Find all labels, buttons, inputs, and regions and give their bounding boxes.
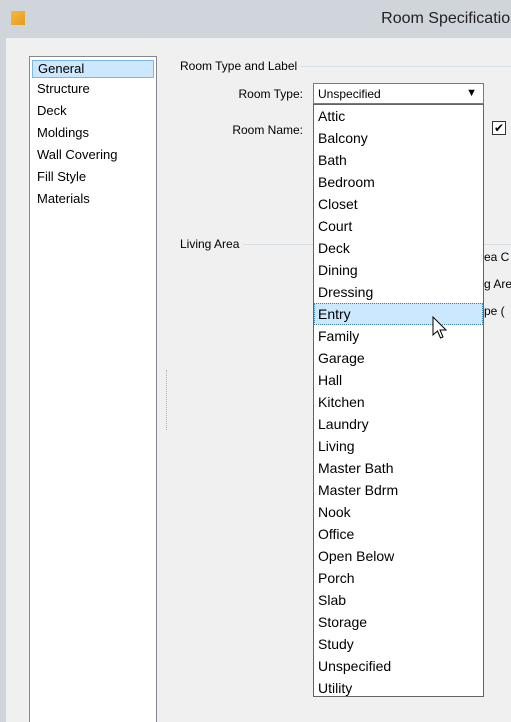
dropdown-option-unspecified[interactable]: Unspecified: [314, 655, 483, 677]
room-type-label: Room Type:: [238, 87, 303, 101]
dropdown-option-living[interactable]: Living: [314, 435, 483, 457]
dropdown-option-master-bdrm[interactable]: Master Bdrm: [314, 479, 483, 501]
window-title: Room Specification: [381, 10, 511, 27]
dropdown-option-garage[interactable]: Garage: [314, 347, 483, 369]
nav-item-deck[interactable]: Deck: [32, 100, 154, 122]
clipped-label-3: pe (: [484, 304, 505, 318]
dropdown-option-utility[interactable]: Utility: [314, 677, 483, 699]
title-bar[interactable]: Room Specification: [0, 0, 511, 38]
dropdown-option-laundry[interactable]: Laundry: [314, 413, 483, 435]
room-type-value: Unspecified: [318, 87, 381, 101]
clipped-label-2: g Are: [484, 277, 511, 291]
room-type-dropdown-list[interactable]: Attic Balcony Bath Bedroom Closet Court Deck Di…: [313, 104, 484, 697]
dropdown-option-deck[interactable]: Deck: [314, 237, 483, 259]
room-name-label: Room Name:: [232, 123, 303, 137]
dropdown-option-nook[interactable]: Nook: [314, 501, 483, 523]
dropdown-option-court[interactable]: Court: [314, 215, 483, 237]
nav-item-moldings[interactable]: Moldings: [32, 122, 154, 144]
nav-item-wall-covering[interactable]: Wall Covering: [32, 144, 154, 166]
dropdown-option-storage[interactable]: Storage: [314, 611, 483, 633]
dropdown-option-study[interactable]: Study: [314, 633, 483, 655]
dropdown-option-office[interactable]: Office: [314, 523, 483, 545]
dropdown-option-entry[interactable]: Entry: [314, 303, 483, 325]
nav-item-general[interactable]: General: [32, 60, 154, 78]
nav-item-materials[interactable]: Materials: [32, 188, 154, 210]
room-name-checkbox[interactable]: ✔: [492, 121, 506, 135]
clipped-label-1: ea C: [484, 250, 510, 264]
nav-item-fill-style[interactable]: Fill Style: [32, 166, 154, 188]
nav-item-structure[interactable]: Structure: [32, 78, 154, 100]
dropdown-option-bedroom[interactable]: Bedroom: [314, 171, 483, 193]
dropdown-option-balcony[interactable]: Balcony: [314, 127, 483, 149]
dropdown-option-porch[interactable]: Porch: [314, 567, 483, 589]
category-list[interactable]: General Structure Deck Moldings Wall Cov…: [29, 56, 157, 722]
dropdown-option-hall[interactable]: Hall: [314, 369, 483, 391]
group-label-room-type: Room Type and Label: [180, 59, 302, 73]
dropdown-option-master-bath[interactable]: Master Bath: [314, 457, 483, 479]
dropdown-option-kitchen[interactable]: Kitchen: [314, 391, 483, 413]
dropdown-option-bath[interactable]: Bath: [314, 149, 483, 171]
dropdown-option-family[interactable]: Family: [314, 325, 483, 347]
dropdown-option-dressing[interactable]: Dressing: [314, 281, 483, 303]
dropdown-option-open-below[interactable]: Open Below: [314, 545, 483, 567]
chevron-down-icon[interactable]: ▼: [466, 87, 477, 99]
room-type-combo[interactable]: Unspecified ▼: [313, 83, 484, 104]
dropdown-option-attic[interactable]: Attic: [314, 105, 483, 127]
dropdown-option-dining[interactable]: Dining: [314, 259, 483, 281]
group-label-living-area: Living Area: [180, 237, 244, 251]
splitter-handle[interactable]: [166, 370, 168, 430]
dropdown-option-slab[interactable]: Slab: [314, 589, 483, 611]
mouse-cursor-icon: [432, 316, 448, 339]
dropdown-option-closet[interactable]: Closet: [314, 193, 483, 215]
